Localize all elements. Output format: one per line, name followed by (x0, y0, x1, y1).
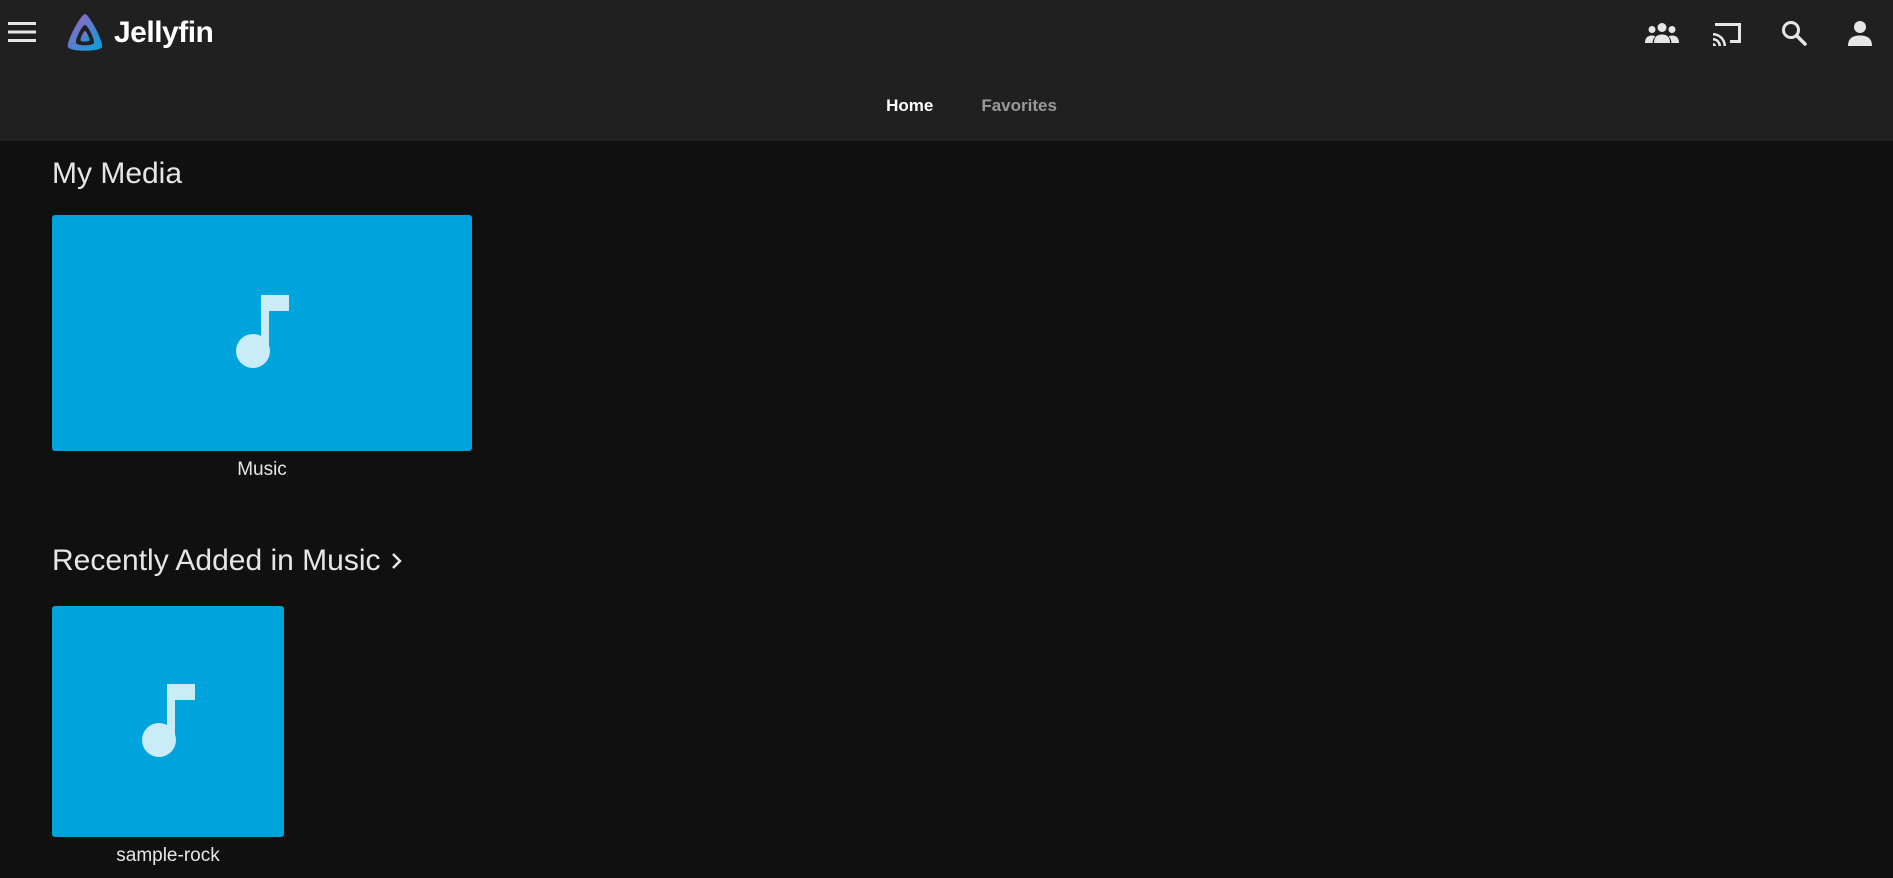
app-name: Jellyfin (114, 16, 214, 49)
user-button[interactable] (1827, 12, 1893, 54)
recently-added-title-text: Recently Added in Music (52, 544, 381, 577)
group-icon (1645, 23, 1679, 43)
chevron-right-icon (391, 552, 403, 570)
album-card-sample-rock[interactable] (52, 606, 284, 837)
search-button[interactable] (1761, 12, 1827, 54)
album-card-label[interactable]: sample-rock (52, 845, 284, 867)
jellyfin-logo[interactable]: Jellyfin (64, 12, 214, 54)
library-card-label[interactable]: Music (52, 459, 472, 481)
tab-favorites[interactable]: Favorites (957, 90, 1081, 122)
header-actions (1629, 12, 1893, 54)
cast-icon (1713, 23, 1741, 46)
music-note-icon (142, 683, 195, 757)
hamburger-menu-icon (8, 22, 36, 42)
user-icon (1848, 21, 1872, 46)
search-icon (1782, 21, 1807, 46)
my-media-title: My Media (52, 157, 183, 190)
library-card-music[interactable] (52, 215, 472, 451)
cast-button[interactable] (1695, 12, 1761, 54)
main-tabs: Home Favorites (0, 84, 1893, 128)
jellyfin-logo-icon (67, 14, 103, 51)
tab-home[interactable]: Home (862, 90, 957, 122)
menu-button[interactable] (6, 14, 38, 50)
syncplay-button[interactable] (1629, 12, 1695, 54)
recently-added-title[interactable]: Recently Added in Music (52, 544, 403, 578)
app-header: Jellyfin Home Favorites (0, 0, 1893, 141)
music-note-icon (236, 295, 289, 368)
